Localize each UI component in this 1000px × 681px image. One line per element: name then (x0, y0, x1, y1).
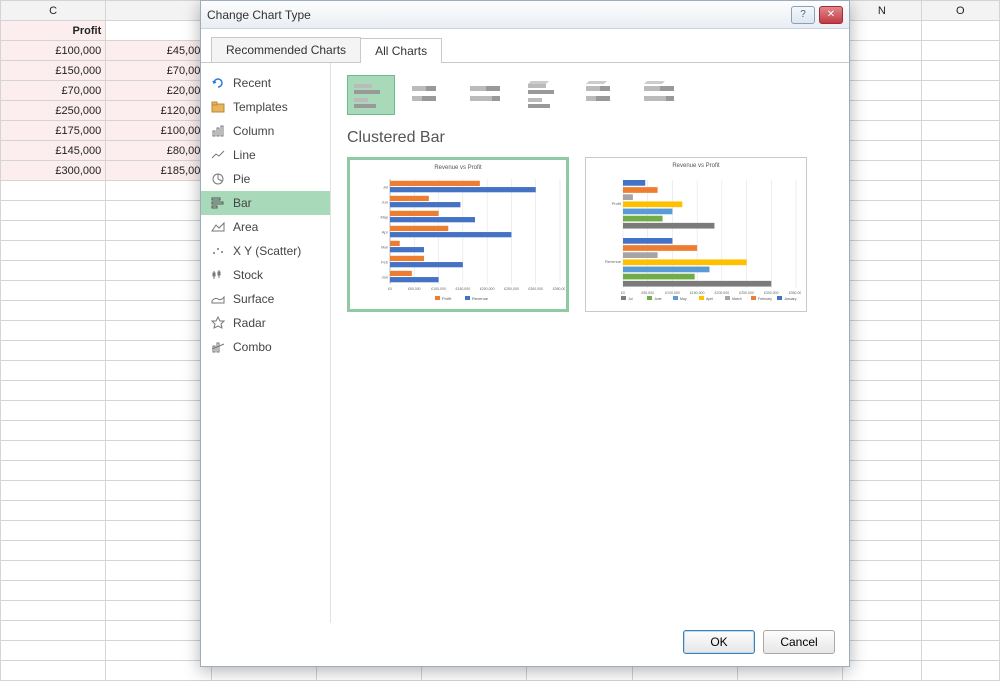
category-icon (211, 340, 225, 354)
svg-text:May: May (380, 215, 388, 220)
cell[interactable]: £300,000 (1, 161, 106, 181)
svg-text:£50,000: £50,000 (408, 287, 421, 291)
category-icon (211, 316, 225, 330)
svg-text:£200,000: £200,000 (715, 291, 730, 295)
cell[interactable]: £70,000 (1, 81, 106, 101)
svg-text:Jul: Jul (628, 297, 633, 301)
subtype-name: Clustered Bar (347, 129, 833, 147)
chart-category-recent[interactable]: Recent (201, 71, 330, 95)
dialog-tabs: Recommended Charts All Charts (201, 29, 849, 63)
profit-header[interactable]: Profit (1, 21, 106, 41)
svg-text:June: June (654, 297, 662, 301)
dialog-title: Change Chart Type (207, 8, 787, 22)
cell[interactable]: £20,000 (106, 81, 211, 101)
svg-text:£100,000: £100,000 (665, 291, 680, 295)
svg-text:Profit: Profit (612, 201, 622, 206)
svg-text:£150,000: £150,000 (690, 291, 705, 295)
tab-recommended[interactable]: Recommended Charts (211, 37, 361, 62)
svg-text:January: January (784, 297, 797, 301)
cell[interactable]: £45,000 (106, 41, 211, 61)
close-button[interactable]: ✕ (819, 6, 843, 24)
col-o[interactable]: O (921, 1, 999, 21)
chart-main-panel: Clustered Bar Revenue vs Profit JulJunMa… (331, 63, 849, 623)
chart-preview-1[interactable]: Revenue vs Profit JulJunMayAprMarFebJan£… (347, 157, 569, 312)
chart-category-bar[interactable]: Bar (201, 191, 330, 215)
category-icon (211, 148, 225, 162)
bar-subtypes (347, 75, 833, 115)
chart-category-list: RecentTemplatesColumnLinePieBarAreaX Y (… (201, 63, 331, 623)
svg-text:May: May (680, 297, 687, 301)
svg-text:Revenue: Revenue (605, 259, 622, 264)
bar-subtype-0[interactable] (347, 75, 395, 115)
help-button[interactable]: ? (791, 6, 815, 24)
chart-category-pie[interactable]: Pie (201, 167, 330, 191)
svg-text:February: February (758, 297, 772, 301)
tab-all-charts[interactable]: All Charts (360, 38, 442, 63)
category-icon (211, 172, 225, 186)
category-icon (211, 220, 225, 234)
svg-text:April: April (706, 297, 713, 301)
category-icon (211, 100, 225, 114)
bar-subtype-2[interactable] (463, 75, 511, 115)
cell[interactable]: £150,000 (1, 61, 106, 81)
svg-text:Apr: Apr (382, 230, 389, 235)
cell[interactable]: £145,000 (1, 141, 106, 161)
chart-category-templates[interactable]: Templates (201, 95, 330, 119)
category-icon (211, 196, 225, 210)
svg-text:£0: £0 (388, 287, 392, 291)
category-icon (211, 124, 225, 138)
cell[interactable]: £175,000 (1, 121, 106, 141)
col-c[interactable]: C (1, 1, 106, 21)
chart-category-radar[interactable]: Radar (201, 311, 330, 335)
dialog-titlebar[interactable]: Change Chart Type ? ✕ (201, 1, 849, 29)
svg-text:£350,000: £350,000 (553, 287, 565, 291)
bar-subtype-1[interactable] (405, 75, 453, 115)
chart-category-xyscatter[interactable]: X Y (Scatter) (201, 239, 330, 263)
svg-text:£300,000: £300,000 (528, 287, 543, 291)
bar-subtype-5[interactable] (637, 75, 685, 115)
cell[interactable]: £100,000 (106, 121, 211, 141)
chart-category-stock[interactable]: Stock (201, 263, 330, 287)
svg-text:£250,000: £250,000 (739, 291, 754, 295)
chart-category-combo[interactable]: Combo (201, 335, 330, 359)
cell[interactable]: £250,000 (1, 101, 106, 121)
svg-text:£350,000: £350,000 (789, 291, 801, 295)
ok-button[interactable]: OK (683, 630, 755, 654)
cancel-button[interactable]: Cancel (763, 630, 835, 654)
chart-preview-2[interactable]: Revenue vs Profit ProfitRevenue£0£50,000… (585, 157, 807, 312)
change-chart-type-dialog: Change Chart Type ? ✕ Recommended Charts… (200, 0, 850, 667)
cell[interactable]: £100,000 (1, 41, 106, 61)
svg-text:£150,000: £150,000 (456, 287, 471, 291)
svg-text:Feb: Feb (381, 260, 389, 265)
bar-subtype-4[interactable] (579, 75, 627, 115)
svg-text:£50,000: £50,000 (641, 291, 654, 295)
svg-text:Profit: Profit (442, 296, 452, 301)
category-icon (211, 76, 225, 90)
chart-category-line[interactable]: Line (201, 143, 330, 167)
category-icon (211, 292, 225, 306)
svg-text:Jul: Jul (383, 185, 388, 190)
svg-text:£250,000: £250,000 (504, 287, 519, 291)
svg-text:£0: £0 (621, 291, 625, 295)
chart-category-column[interactable]: Column (201, 119, 330, 143)
chart-category-area[interactable]: Area (201, 215, 330, 239)
category-icon (211, 268, 225, 282)
svg-text:Mar: Mar (381, 245, 389, 250)
svg-text:£200,000: £200,000 (480, 287, 495, 291)
svg-text:Jun: Jun (382, 200, 388, 205)
cell[interactable]: £70,000 (106, 61, 211, 81)
svg-text:March: March (732, 297, 742, 301)
col-n[interactable]: N (843, 1, 921, 21)
bar-subtype-3[interactable] (521, 75, 569, 115)
svg-text:Revenue: Revenue (472, 296, 489, 301)
cell[interactable]: £120,000 (106, 101, 211, 121)
cell[interactable]: £80,000 (106, 141, 211, 161)
cell[interactable]: £185,000 (106, 161, 211, 181)
svg-text:£300,000: £300,000 (764, 291, 779, 295)
svg-text:Jan: Jan (382, 275, 388, 280)
chart-category-surface[interactable]: Surface (201, 287, 330, 311)
svg-text:£100,000: £100,000 (431, 287, 446, 291)
category-icon (211, 244, 225, 258)
